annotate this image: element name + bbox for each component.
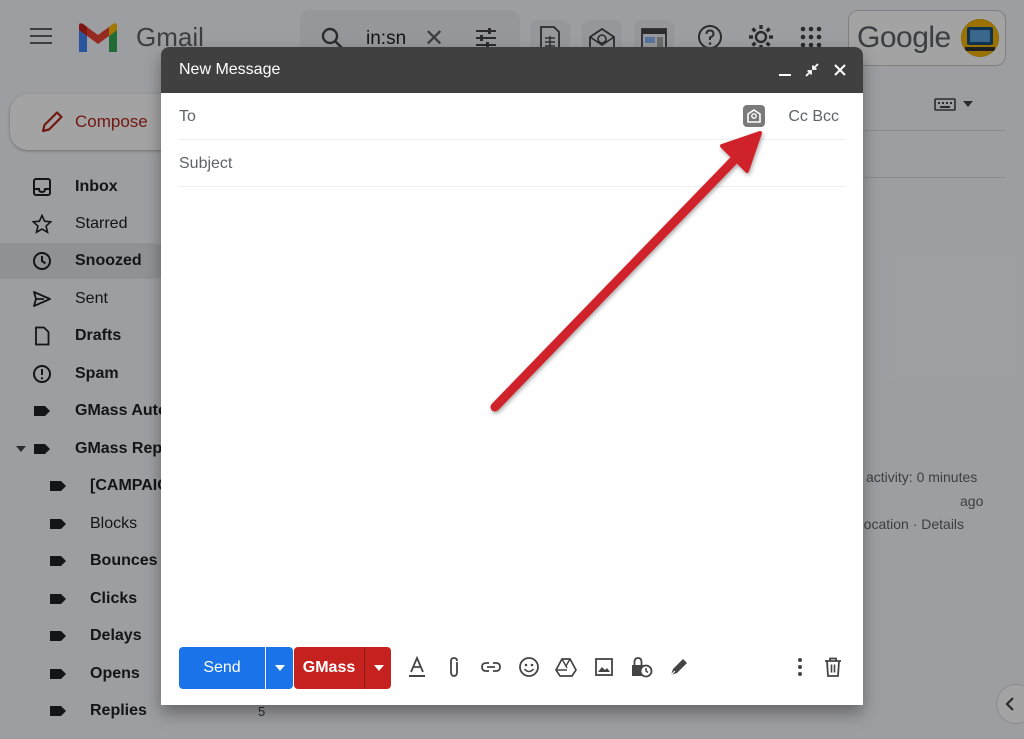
caret-down-icon [275, 665, 285, 671]
subject-input[interactable]: Subject [179, 155, 232, 173]
compose-title: New Message [179, 61, 281, 78]
attach-file-icon[interactable] [442, 655, 466, 679]
discard-draft-trash-icon[interactable] [821, 655, 845, 679]
send-options-button[interactable] [266, 647, 293, 689]
cc-bcc-link[interactable]: Cc Bcc [788, 108, 839, 126]
insert-photo-icon[interactable] [592, 655, 616, 679]
compose-dialog: New Message To Cc Bcc Subject Send GMass [161, 47, 863, 705]
caret-down-icon [374, 665, 384, 671]
close-icon[interactable] [830, 60, 850, 80]
google-drive-icon[interactable] [554, 655, 578, 679]
to-field[interactable]: To Cc Bcc [179, 94, 845, 140]
signature-pen-icon[interactable] [667, 655, 691, 679]
minimize-icon[interactable] [775, 60, 795, 80]
more-options-icon[interactable] [788, 655, 812, 679]
send-button[interactable]: Send [179, 647, 265, 689]
gmass-button[interactable]: GMass [294, 647, 364, 689]
gmass-recipients-icon[interactable] [743, 105, 765, 127]
compose-header[interactable]: New Message [161, 47, 863, 93]
emoji-icon[interactable] [517, 655, 541, 679]
insert-link-icon[interactable] [479, 655, 503, 679]
gmass-options-button[interactable] [364, 647, 391, 689]
to-label: To [179, 108, 196, 125]
full-screen-icon[interactable] [802, 60, 822, 80]
subject-field[interactable]: Subject [179, 141, 845, 187]
confidential-mode-icon[interactable] [629, 655, 653, 679]
text-format-icon[interactable] [405, 655, 429, 679]
